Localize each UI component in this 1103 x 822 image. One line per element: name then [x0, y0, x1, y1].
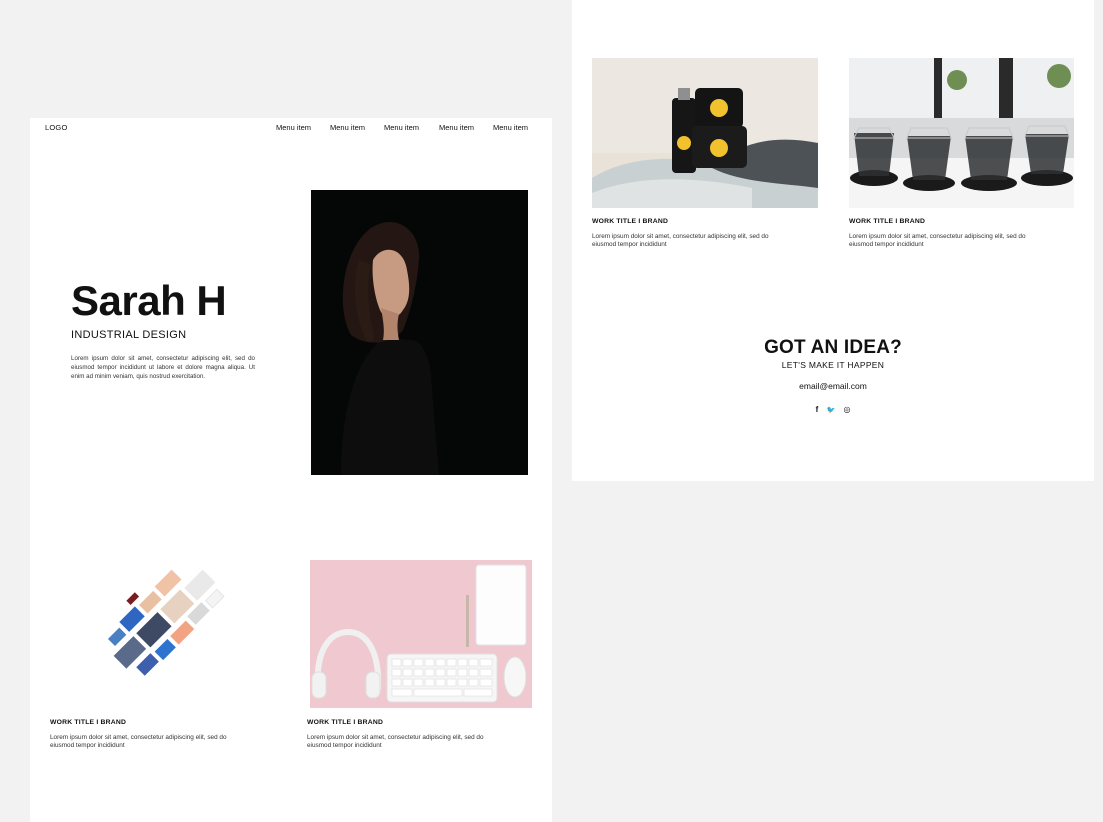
facebook-icon[interactable]: f [816, 405, 819, 414]
instagram-icon[interactable]: ◎ [843, 405, 850, 414]
contact-email-link[interactable]: email@email.com [572, 381, 1094, 391]
hero-bio: Lorem ipsum dolor sit amet, consectetur … [71, 355, 255, 380]
nav-menu-item-2[interactable]: Menu item [330, 123, 365, 132]
cta-subtitle: LET'S MAKE IT HAPPEN [781, 360, 885, 370]
cta-title: GOT AN IDEA? [764, 337, 902, 358]
work-desc-2: Lorem ipsum dolor sit amet, consectetur … [307, 734, 484, 749]
nav-menu-item-4[interactable]: Menu item [439, 123, 474, 132]
work-title-1[interactable]: WORK TITLE I BRAND [50, 719, 126, 726]
hero-name: Sarah H [71, 277, 227, 324]
hero-role: INDUSTRIAL DESIGN [71, 329, 187, 341]
work-desc-1: Lorem ipsum dolor sit amet, consectetur … [50, 734, 227, 749]
portrait-photo [311, 190, 528, 475]
work-title-2[interactable]: WORK TITLE I BRAND [307, 719, 383, 726]
nav-menu-item-1[interactable]: Menu item [276, 123, 311, 132]
work-desc-4: Lorem ipsum dolor sit amet, consectetur … [849, 233, 1026, 248]
work-image-1[interactable] [50, 560, 272, 708]
twitter-icon[interactable]: 🐦 [826, 406, 835, 414]
nav-menu-item-3[interactable]: Menu item [384, 123, 419, 132]
social-links: f 🐦 ◎ [572, 405, 1094, 414]
nav-menu-item-5[interactable]: Menu item [493, 123, 528, 132]
work-title-3[interactable]: WORK TITLE I BRAND [592, 218, 668, 225]
work-title-4[interactable]: WORK TITLE I BRAND [849, 218, 925, 225]
portfolio-page-right: WORK TITLE I BRAND Lorem ipsum dolor sit… [572, 0, 1094, 481]
logo[interactable]: LOGO [45, 123, 67, 132]
work-image-2[interactable] [310, 560, 532, 708]
work-image-3[interactable] [592, 58, 818, 208]
portfolio-page-left: LOGO Menu item Menu item Menu item Menu … [30, 118, 552, 822]
work-image-4[interactable] [849, 58, 1074, 208]
work-desc-3: Lorem ipsum dolor sit amet, consectetur … [592, 233, 769, 248]
